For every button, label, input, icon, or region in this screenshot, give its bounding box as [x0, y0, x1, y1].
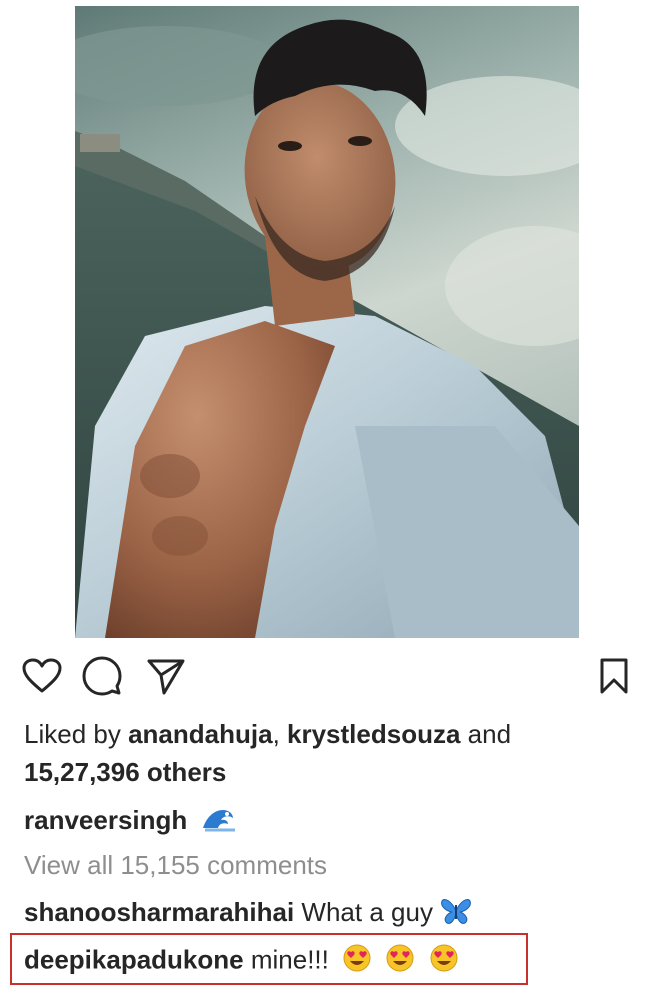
heart-eyes-emoji	[342, 943, 372, 980]
liked-by-user-link[interactable]: anandahuja	[128, 719, 272, 749]
liked-by-prefix: Liked by	[24, 719, 129, 749]
likes-count[interactable]: 15,27,396 others	[24, 756, 226, 788]
butterfly-emoji	[440, 897, 472, 932]
share-icon[interactable]	[146, 656, 186, 696]
view-all-comments-link[interactable]: View all 15,155 comments	[24, 849, 327, 881]
liked-by-line: Liked by anandahuja, krystledsouza and	[24, 718, 511, 750]
post-actions	[22, 656, 632, 700]
heart-icon[interactable]	[22, 656, 62, 696]
photo-icon	[75, 6, 579, 638]
comment-row: deepikapadukone mine!!!	[24, 943, 459, 980]
comment-text: mine!!!	[243, 944, 329, 975]
heart-eyes-emoji	[385, 943, 415, 980]
comment-username[interactable]: shanoosharmarahihai	[24, 897, 294, 927]
bookmark-icon[interactable]	[594, 656, 634, 696]
post-photo[interactable]	[75, 6, 579, 638]
caption-username[interactable]: ranveersingh	[24, 805, 187, 835]
comment-username[interactable]: deepikapadukone	[24, 944, 244, 974]
comment-icon[interactable]	[82, 656, 122, 696]
comment-text: What a guy	[294, 897, 433, 927]
post-caption: ranveersingh	[24, 804, 237, 839]
heart-eyes-emoji	[429, 943, 459, 980]
water-wave-emoji	[201, 806, 237, 839]
liked-by-user-link[interactable]: krystledsouza	[287, 719, 460, 749]
liked-by-connector: and	[460, 719, 512, 749]
instagram-post: Liked by anandahuja, krystledsouza and 1…	[0, 0, 650, 993]
liked-by-separator: ,	[272, 719, 288, 749]
comment-row: shanoosharmarahihai What a guy	[24, 896, 472, 932]
